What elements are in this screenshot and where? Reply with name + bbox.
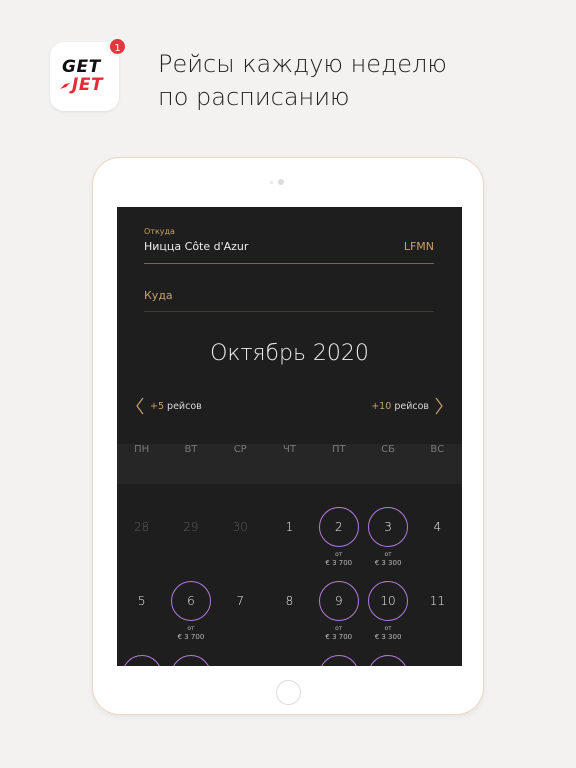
- prev-month-label: +5 рейсов: [150, 401, 202, 412]
- from-underline: [144, 263, 434, 264]
- flight-day-ring: [318, 655, 359, 666]
- calendar-day[interactable]: 5: [117, 581, 166, 651]
- price-value: € 3 700: [325, 559, 353, 567]
- calendar-day-with-flight[interactable]: [363, 655, 412, 666]
- calendar-day[interactable]: 4: [413, 507, 462, 577]
- chevron-right-icon: [435, 397, 443, 415]
- weekday-mon: ПН: [134, 444, 150, 455]
- day-number: 10: [380, 594, 396, 608]
- price-from-label: от: [384, 625, 392, 632]
- from-field[interactable]: Ницца Côte d'Azur: [144, 240, 248, 253]
- calendar-day[interactable]: 1: [265, 507, 314, 577]
- weekday-sat: СБ: [381, 444, 395, 455]
- home-button[interactable]: [276, 680, 301, 705]
- headline-line-2: по расписанию: [158, 83, 350, 111]
- calendar-day-with-flight[interactable]: 3 от € 3 300: [363, 507, 412, 577]
- calendar-day: [413, 655, 462, 666]
- headline: Рейсы каждую неделю по расписанию: [158, 48, 447, 114]
- weekday-thu: ЧТ: [283, 444, 296, 455]
- calendar-day[interactable]: 8: [265, 581, 314, 651]
- day-number: 8: [285, 594, 294, 608]
- tablet-camera: [278, 179, 284, 185]
- app-icon[interactable]: GET JET: [50, 42, 119, 111]
- price-from-label: от: [335, 551, 343, 558]
- day-number: 4: [433, 520, 442, 534]
- calendar-day-with-flight[interactable]: 10 от € 3 300: [363, 581, 412, 651]
- weekday-header: ПН ВТ СР ЧТ ПТ СБ ВС: [117, 444, 462, 484]
- calendar-day: 30: [216, 507, 265, 577]
- next-flights-text: рейсов: [394, 400, 429, 412]
- calendar-day-with-flight[interactable]: [314, 655, 363, 666]
- day-number: 30: [232, 520, 248, 534]
- to-field[interactable]: Куда: [144, 289, 173, 302]
- headline-line-1: Рейсы каждую неделю: [158, 50, 447, 78]
- next-month-label: +10 рейсов: [371, 401, 429, 412]
- calendar-week: 28 29 30 1 2 от € 3 700 3 от € 3 300 4: [117, 507, 462, 577]
- calendar-day[interactable]: 7: [216, 581, 265, 651]
- weekday-wed: СР: [233, 444, 247, 455]
- tablet-frame: Откуда Ницца Côte d'Azur LFMN Куда Октяб…: [92, 157, 484, 715]
- weekday-fri: ПТ: [331, 444, 346, 455]
- price-value: € 3 300: [374, 633, 402, 641]
- calendar-week: 5 6 от € 3 700 7 8 9 от € 3 700 10 от € 3 300 11: [117, 581, 462, 651]
- calendar-day: [216, 655, 265, 666]
- calendar-day[interactable]: 11: [413, 581, 462, 651]
- month-title: Октябрь 2020: [210, 341, 369, 366]
- day-number: 7: [236, 594, 245, 608]
- chevron-left-icon: [136, 397, 144, 415]
- from-airport-code: LFMN: [403, 240, 434, 253]
- prev-month-button[interactable]: +5 рейсов: [135, 396, 202, 416]
- logo-get-text: GET: [62, 57, 101, 77]
- prev-flights-count: +5: [150, 400, 165, 412]
- calendar-day-with-flight[interactable]: [166, 655, 215, 666]
- to-underline: [144, 311, 434, 312]
- app-screen: Откуда Ницца Côte d'Azur LFMN Куда Октяб…: [117, 207, 462, 666]
- day-number: 6: [187, 594, 195, 608]
- notification-badge: 1: [108, 37, 127, 56]
- day-number: 1: [285, 520, 294, 534]
- next-month-button[interactable]: +10 рейсов: [371, 396, 444, 416]
- tablet-sensor: [270, 181, 273, 184]
- calendar-day-with-flight[interactable]: 9 от € 3 700: [314, 581, 363, 651]
- day-number: 28: [134, 520, 150, 534]
- price-from-label: от: [335, 625, 343, 632]
- calendar-day: 28: [117, 507, 166, 577]
- next-flights-count: +10: [371, 400, 392, 412]
- flight-day-ring: [368, 655, 409, 666]
- day-number: 2: [334, 520, 343, 534]
- price-from-label: от: [187, 625, 195, 632]
- day-number: 5: [137, 594, 146, 608]
- weekday-tue: ВТ: [184, 444, 198, 455]
- calendar-day-with-flight[interactable]: [117, 655, 166, 666]
- day-number: 11: [429, 594, 445, 608]
- flight-day-ring: [121, 655, 162, 666]
- day-number: 3: [384, 520, 392, 534]
- weekday-sun: ВС: [430, 444, 445, 455]
- day-number: 29: [183, 520, 199, 534]
- flight-day-ring: [170, 655, 211, 666]
- price-value: € 3 700: [177, 633, 205, 641]
- calendar-day-with-flight[interactable]: 6 от € 3 700: [166, 581, 215, 651]
- jet-swoosh-icon: [60, 83, 70, 89]
- calendar-day: [265, 655, 314, 666]
- prev-flights-text: рейсов: [167, 400, 202, 412]
- from-label: Откуда: [144, 227, 175, 236]
- price-value: € 3 700: [325, 633, 353, 641]
- calendar-day-with-flight[interactable]: 2 от € 3 700: [314, 507, 363, 577]
- calendar-week: [117, 655, 462, 666]
- calendar-day: 29: [166, 507, 215, 577]
- logo-jet-text: JET: [72, 75, 104, 95]
- price-value: € 3 300: [374, 559, 402, 567]
- price-from-label: от: [384, 551, 392, 558]
- day-number: 9: [334, 594, 343, 608]
